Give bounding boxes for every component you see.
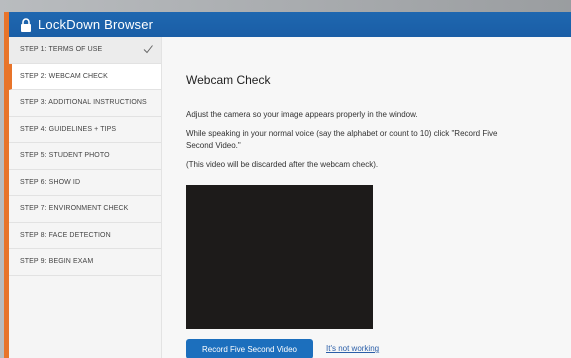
- step-label: STEP 4: GUIDELINES + TIPS: [20, 125, 117, 133]
- not-working-link[interactable]: It's not working: [326, 344, 379, 353]
- step-label: STEP 2: WEBCAM CHECK: [20, 72, 108, 80]
- device-frame: LockDown Browser STEP 1: TERMS OF USE ST…: [0, 0, 571, 358]
- app-title: LockDown Browser: [38, 17, 154, 32]
- sidebar-step-show-id[interactable]: STEP 6: SHOW ID: [9, 170, 161, 196]
- sidebar-step-environment-check[interactable]: STEP 7: ENVIRONMENT CHECK: [9, 196, 161, 223]
- steps-sidebar: STEP 1: TERMS OF USE STEP 2: WEBCAM CHEC…: [9, 37, 162, 358]
- checkmark-icon: [143, 45, 153, 54]
- step-label: STEP 7: ENVIRONMENT CHECK: [20, 205, 129, 213]
- sidebar-step-terms-of-use[interactable]: STEP 1: TERMS OF USE: [9, 37, 161, 64]
- sidebar-step-additional-instructions[interactable]: STEP 3: ADDITIONAL INSTRUCTIONS: [9, 90, 161, 117]
- sidebar-step-begin-exam[interactable]: STEP 9: BEGIN EXAM: [9, 249, 161, 276]
- sidebar-step-guidelines-tips[interactable]: STEP 4: GUIDELINES + TIPS: [9, 117, 161, 143]
- step-label: STEP 3: ADDITIONAL INSTRUCTIONS: [20, 99, 147, 107]
- lockdown-window: LockDown Browser STEP 1: TERMS OF USE ST…: [4, 12, 571, 358]
- step-label: STEP 6: SHOW ID: [20, 178, 81, 186]
- instruction-discard-note: (This video will be discarded after the …: [186, 160, 379, 169]
- step-label: STEP 5: STUDENT PHOTO: [20, 152, 110, 160]
- page-title: Webcam Check: [186, 73, 271, 87]
- sidebar-step-webcam-check[interactable]: STEP 2: WEBCAM CHECK: [9, 63, 161, 90]
- lock-icon: [21, 17, 31, 32]
- step-label: STEP 1: TERMS OF USE: [20, 46, 103, 54]
- step-label: STEP 8: FACE DETECTION: [20, 231, 111, 239]
- webcam-preview: [186, 185, 373, 329]
- sidebar-step-face-detection[interactable]: STEP 8: FACE DETECTION: [9, 223, 161, 249]
- record-video-button[interactable]: Record Five Second Video: [186, 339, 313, 358]
- step-label: STEP 9: BEGIN EXAM: [20, 258, 94, 266]
- title-bar: LockDown Browser: [9, 12, 571, 37]
- instruction-adjust-camera: Adjust the camera so your image appears …: [186, 110, 418, 119]
- instruction-record-video: While speaking in your normal voice (say…: [186, 129, 498, 150]
- sidebar-step-student-photo[interactable]: STEP 5: STUDENT PHOTO: [9, 143, 161, 170]
- main-panel: Webcam Check Adjust the camera so your i…: [162, 37, 571, 358]
